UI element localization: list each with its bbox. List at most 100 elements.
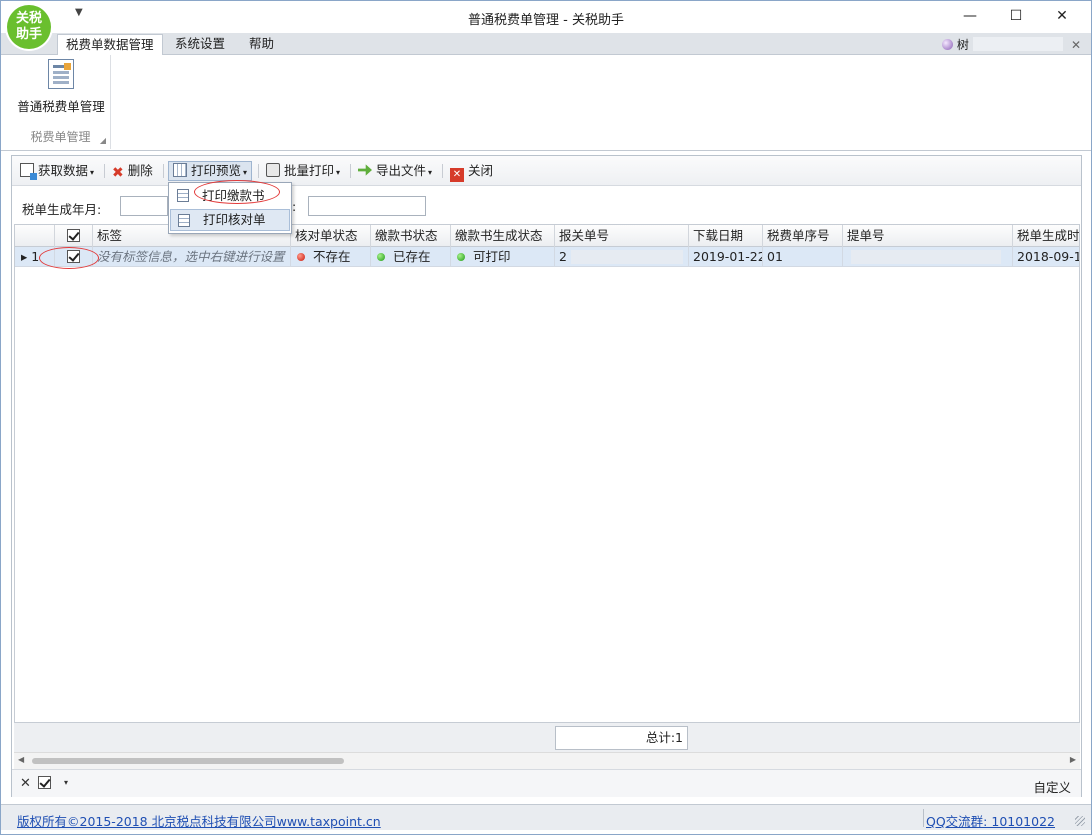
toolbar-separator <box>442 164 443 178</box>
grid-navigator: ✕ ▾ 自定义 <box>12 769 1081 797</box>
column-header-download-date[interactable]: 下载日期 <box>689 225 763 247</box>
resize-grip-icon[interactable] <box>1075 816 1085 826</box>
fetch-data-button[interactable]: 获取数据 ▾ <box>16 161 98 181</box>
tab-help[interactable]: 帮助 <box>241 34 282 55</box>
chevron-down-icon: ▾ <box>243 168 248 177</box>
column-header-check-status[interactable]: 核对单状态 <box>291 225 371 247</box>
row-pointer-icon: ▸ <box>21 249 28 264</box>
close-window-button[interactable]: ✕ <box>1039 1 1085 31</box>
summary-row: 总计:1 <box>14 722 1080 752</box>
status-separator <box>923 809 924 827</box>
toolbar-separator <box>163 164 164 178</box>
date-to-input[interactable] <box>308 196 426 216</box>
print-preview-button[interactable]: 打印预览 ▾ <box>168 161 253 181</box>
tab-tax-data-management[interactable]: 税费单数据管理 <box>57 34 163 55</box>
batch-print-label: 批量打印 <box>284 163 335 178</box>
user-area[interactable]: 树 ✕ <box>941 36 1081 52</box>
column-header-generation-status[interactable]: 缴款书生成状态 <box>451 225 555 247</box>
fetch-data-icon <box>20 163 37 180</box>
column-header-payment-status[interactable]: 缴款书状态 <box>371 225 451 247</box>
menu-item-print-check-sheet[interactable]: 打印核对单 <box>170 209 290 231</box>
printer-icon <box>266 163 280 177</box>
group-launcher-icon[interactable]: ◢ <box>100 136 106 145</box>
ribbon-group-tax-management: 普通税费单管理 税费单管理 ◢ <box>11 55 111 149</box>
column-header-tax-generated-time[interactable]: 税单生成时间 <box>1013 225 1079 247</box>
user-name: 树 <box>956 38 969 52</box>
toolbar-separator <box>350 164 351 178</box>
chevron-down-icon: ▾ <box>90 168 95 177</box>
status-bar: 版权所有©2015-2018 北京税点科技有限公司www.taxpoint.cn… <box>1 804 1091 830</box>
minimize-button[interactable]: — <box>947 1 993 31</box>
qq-group-link[interactable]: QQ交流群: 10101022 <box>926 811 1055 830</box>
export-file-button[interactable]: 导出文件 ▾ <box>354 161 436 181</box>
delete-label: 删除 <box>127 163 153 178</box>
status-dot-green-icon <box>457 253 465 261</box>
customize-button[interactable]: 自定义 <box>1033 777 1071 796</box>
row-select-cell[interactable] <box>55 247 93 267</box>
document-icon <box>177 189 189 202</box>
select-all-checkbox[interactable] <box>67 229 80 242</box>
row-checkbox[interactable] <box>67 250 80 263</box>
table-row[interactable]: ▸ 1 没有标签信息，选中右键进行设置 不存在 已存在 可打印 2 2019-0… <box>15 247 1079 267</box>
column-header-bill-no[interactable]: 提单号 <box>843 225 1013 247</box>
general-tax-management-button[interactable]: 普通税费单管理 <box>15 59 107 119</box>
cell-generation-status[interactable]: 可打印 <box>451 247 555 267</box>
export-icon <box>358 164 372 176</box>
scroll-thumb[interactable] <box>32 758 344 764</box>
cell-download-date[interactable]: 2019-01-22 <box>689 247 763 267</box>
check-status-text: 不存在 <box>313 249 351 264</box>
general-tax-management-label: 普通税费单管理 <box>17 99 105 114</box>
scroll-left-icon[interactable]: ◀ <box>18 755 24 764</box>
total-count: 总计:1 <box>555 726 688 750</box>
user-status-icon <box>941 39 953 50</box>
menu-item-label: 打印缴款书 <box>202 188 265 203</box>
print-preview-menu: 打印缴款书 打印核对单 <box>168 182 292 234</box>
logo-text-line1: 关税 <box>15 11 42 26</box>
copyright-link[interactable]: 版权所有©2015-2018 北京税点科技有限公司www.taxpoint.cn <box>17 811 381 830</box>
cell-check-status[interactable]: 不存在 <box>291 247 371 267</box>
cell-tax-generated-time[interactable]: 2018-09-17 <box>1013 247 1079 267</box>
close-icon: ✕ <box>450 168 464 182</box>
main-panel: 获取数据 ▾ ✖ 删除 打印预览 ▾ 批量打印 ▾ 导出文件 ▾ ✕ 关闭 打印… <box>11 155 1082 797</box>
delete-button[interactable]: ✖ 删除 <box>108 161 157 181</box>
toolbar-separator <box>258 164 259 178</box>
column-header-tax-seq[interactable]: 税费单序号 <box>763 225 843 247</box>
row-number: 1 <box>31 249 40 264</box>
row-indicator: ▸ 1 <box>15 247 55 267</box>
select-all-header[interactable] <box>55 225 93 247</box>
batch-print-button[interactable]: 批量打印 ▾ <box>262 161 344 181</box>
filter-colon: : <box>292 199 297 214</box>
apply-check-icon[interactable] <box>38 776 51 789</box>
cell-payment-status[interactable]: 已存在 <box>371 247 451 267</box>
cell-declaration-no[interactable]: 2 <box>555 247 689 267</box>
date-from-input[interactable] <box>120 196 168 216</box>
window-title: 普通税费单管理 - 关税助手 <box>468 13 624 28</box>
logo-text-line2: 助手 <box>15 27 42 42</box>
tab-system-settings[interactable]: 系统设置 <box>167 34 233 55</box>
chevron-down-icon: ▾ <box>428 168 433 177</box>
close-panel-label: 关闭 <box>468 163 494 178</box>
chevron-down-icon[interactable]: ▾ <box>64 778 68 787</box>
column-header-declaration-no[interactable]: 报关单号 <box>555 225 689 247</box>
fetch-data-label: 获取数据 <box>38 163 89 178</box>
cell-bill-no[interactable] <box>843 247 1013 267</box>
title-bar: 关税 助手 ▼ 普通税费单管理 - 关税助手 — ☐ ✕ <box>1 1 1091 49</box>
status-dot-red-icon <box>297 253 305 261</box>
app-window: 关税 助手 ▼ 普通税费单管理 - 关税助手 — ☐ ✕ 税费单数据管理 系统设… <box>0 0 1092 835</box>
menu-item-print-payment-book[interactable]: 打印缴款书 <box>170 185 290 207</box>
ribbon-close-icon[interactable]: ✕ <box>1071 38 1081 52</box>
status-dot-green-icon <box>377 253 385 261</box>
document-icon <box>178 214 190 227</box>
toolbar-separator <box>104 164 105 178</box>
cell-tag[interactable]: 没有标签信息，选中右键进行设置 <box>93 247 291 267</box>
delete-row-icon[interactable]: ✕ <box>20 776 31 791</box>
document-icon <box>48 59 74 89</box>
menu-item-label: 打印核对单 <box>203 212 266 227</box>
print-preview-icon <box>173 163 187 177</box>
payment-status-text: 已存在 <box>393 249 431 264</box>
horizontal-scrollbar[interactable]: ◀ ▶ <box>14 752 1080 769</box>
maximize-button[interactable]: ☐ <box>993 1 1039 31</box>
scroll-right-icon[interactable]: ▶ <box>1070 755 1076 764</box>
close-panel-button[interactable]: ✕ 关闭 <box>446 161 497 182</box>
cell-tax-seq[interactable]: 01 <box>763 247 843 267</box>
